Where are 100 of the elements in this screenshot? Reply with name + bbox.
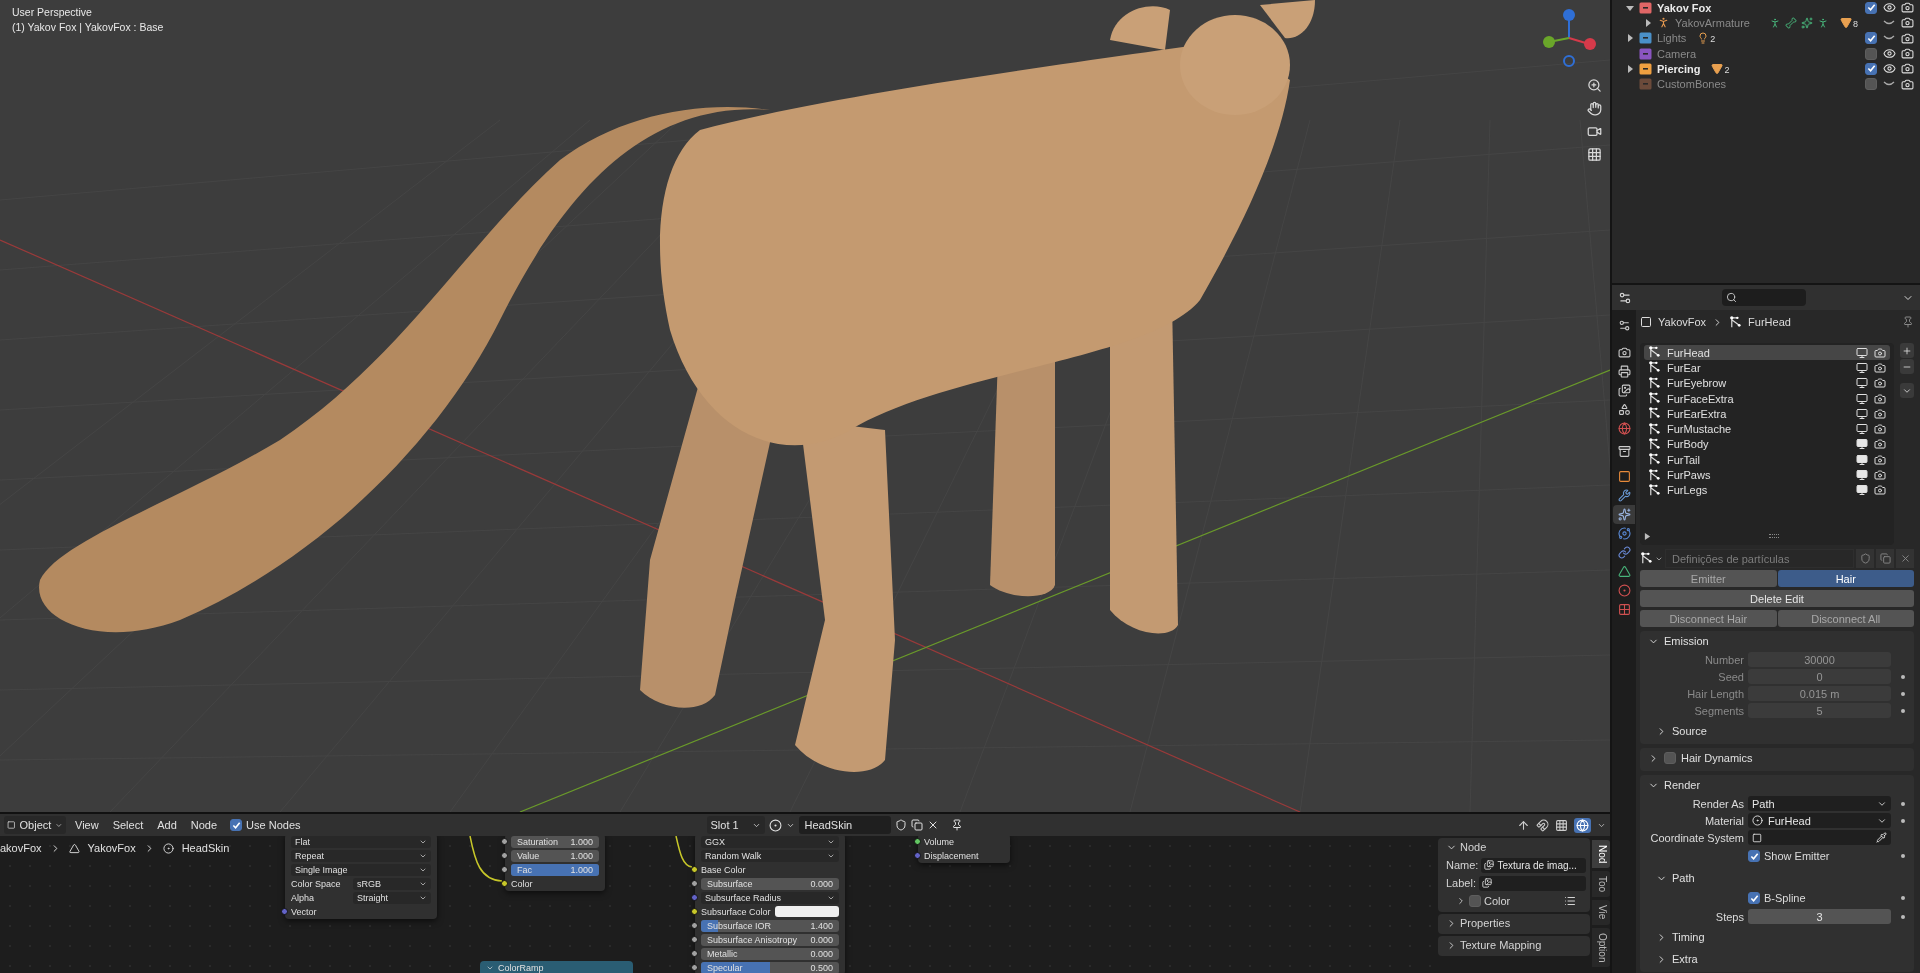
magnet-icon[interactable] <box>1536 818 1549 832</box>
label-field[interactable] <box>1479 875 1586 891</box>
monitor-icon[interactable] <box>1856 438 1868 451</box>
list-item[interactable]: FurMustache <box>1644 421 1890 437</box>
panel-header[interactable]: Render <box>1640 775 1914 795</box>
list-item[interactable]: FurHead <box>1644 345 1890 361</box>
number-field[interactable]: Metallic 0.000 <box>701 947 839 960</box>
camera-icon[interactable] <box>1874 453 1886 466</box>
properties-tab[interactable] <box>1613 505 1635 524</box>
dropdown[interactable]: sRGB <box>353 877 431 890</box>
collapsed-arrow-icon[interactable] <box>1644 18 1652 27</box>
color-swatch[interactable] <box>774 906 839 917</box>
socket-dot[interactable] <box>501 880 508 887</box>
panel-header[interactable]: Node <box>1438 838 1590 856</box>
list-item[interactable]: FurFaceExtra <box>1644 390 1890 407</box>
pin-icon[interactable] <box>950 819 963 831</box>
sidebar-tab[interactable]: Option <box>1592 927 1610 968</box>
dropdown[interactable]: GGX <box>701 836 839 848</box>
material-dropdown[interactable]: FurHead <box>1748 813 1891 828</box>
monitor-icon[interactable] <box>1856 469 1868 481</box>
socket-dot[interactable] <box>691 950 698 957</box>
breadcrumb-item[interactable]: HeadSkin <box>181 842 230 854</box>
expand-arrow-icon[interactable] <box>1644 532 1651 540</box>
overlay-button[interactable] <box>1574 817 1591 833</box>
monitor-icon[interactable] <box>1856 392 1868 405</box>
number-field[interactable]: Subsurface Anisotropy 0.000 <box>701 933 839 946</box>
menu-item[interactable]: Add <box>152 816 182 834</box>
camera-icon[interactable] <box>1900 62 1914 76</box>
outliner-row[interactable]: CustomBones <box>1612 76 1920 92</box>
checkbox[interactable] <box>230 819 243 831</box>
collapsed-arrow-icon[interactable] <box>1626 34 1634 43</box>
add-button[interactable] <box>1900 343 1914 358</box>
camera-icon[interactable] <box>1587 124 1602 139</box>
breadcrumb-item[interactable]: YakovFox <box>87 842 136 854</box>
pin-icon[interactable] <box>1902 316 1914 328</box>
list-item[interactable]: FurBody <box>1644 436 1890 453</box>
monitor-icon[interactable] <box>1856 361 1868 374</box>
camera-icon[interactable] <box>1874 469 1886 481</box>
sidebar-tab[interactable]: Nod <box>1592 840 1610 869</box>
slider-field[interactable]: Specular 0.500 <box>701 961 839 973</box>
type-tab[interactable]: Hair <box>1777 570 1914 587</box>
particle-settings-field[interactable]: Definições de partículas <box>1665 549 1854 568</box>
hand-icon[interactable] <box>1587 101 1602 116</box>
socket-dot[interactable] <box>691 936 698 943</box>
number-field[interactable]: Saturation 1.000 <box>511 836 599 848</box>
monitor-icon[interactable] <box>1856 484 1868 497</box>
socket-dot[interactable] <box>501 866 508 873</box>
socket-dot[interactable] <box>914 838 921 845</box>
camera-icon[interactable] <box>1874 484 1886 497</box>
name-field[interactable]: Textura de imag... <box>1481 857 1586 873</box>
delete-edit-button[interactable]: Delete Edit <box>1640 590 1914 607</box>
slot-dropdown[interactable]: Slot 1 <box>706 816 765 834</box>
subpanel-header[interactable]: Extra <box>1640 949 1914 969</box>
socket-dot[interactable] <box>691 908 698 915</box>
monitor-icon[interactable] <box>1856 423 1868 436</box>
list-item[interactable]: FurEar <box>1644 360 1890 376</box>
panel-header[interactable]: Properties <box>1438 914 1590 932</box>
camera-icon[interactable] <box>1900 16 1914 30</box>
socket-dot[interactable] <box>691 964 698 971</box>
camera-icon[interactable] <box>1874 392 1886 405</box>
slider-field[interactable]: Fac 1.000 <box>511 863 599 876</box>
dropdown[interactable]: Repeat <box>291 849 431 862</box>
checkbox[interactable] <box>1865 32 1877 45</box>
menu-button[interactable] <box>1900 383 1914 398</box>
monitor-icon[interactable] <box>1856 453 1868 466</box>
camera-icon[interactable] <box>1874 407 1886 420</box>
breadcrumb-item[interactable]: akovFox <box>0 842 42 854</box>
socket-dot[interactable] <box>914 852 921 859</box>
camera-icon[interactable] <box>1900 77 1914 91</box>
checkbox[interactable] <box>1865 62 1877 75</box>
camera-icon[interactable] <box>1874 438 1886 451</box>
outliner-row[interactable]: Piercing 2 <box>1612 61 1920 77</box>
outliner-row[interactable]: Lights 2 <box>1612 30 1920 46</box>
checkbox[interactable] <box>1865 47 1877 60</box>
sphere-icon[interactable] <box>768 818 782 832</box>
outliner-row[interactable]: Yakov Fox <box>1612 0 1920 16</box>
socket-dot[interactable] <box>691 880 698 887</box>
resize-grip[interactable] <box>1769 534 1779 538</box>
keyframe-dot[interactable] <box>1901 896 1905 900</box>
checkbox[interactable] <box>1748 850 1760 862</box>
number-field[interactable]: 3 <box>1748 909 1891 924</box>
subpanel-header[interactable]: Path <box>1640 868 1914 888</box>
shield-icon[interactable] <box>894 819 907 831</box>
eye-icon[interactable] <box>1882 47 1896 61</box>
dropdown[interactable]: Single Image <box>291 863 431 876</box>
list-item[interactable]: FurPaws <box>1644 467 1890 483</box>
socket-dot[interactable] <box>691 894 698 901</box>
number-field[interactable]: Subsurface 0.000 <box>701 877 839 890</box>
socket-dot[interactable] <box>501 838 508 845</box>
list-item[interactable]: FurEyebrow <box>1644 375 1890 391</box>
closed-eye-icon[interactable] <box>1883 18 1895 27</box>
list-item[interactable]: FurEarExtra <box>1644 406 1890 422</box>
search-field[interactable] <box>1722 289 1806 306</box>
keyframe-dot[interactable] <box>1901 818 1905 823</box>
list-icon[interactable] <box>1564 895 1576 907</box>
expanded-arrow-icon[interactable] <box>1626 3 1634 12</box>
socket-dot[interactable] <box>691 866 698 873</box>
socket-dot[interactable] <box>281 908 288 915</box>
object-field[interactable] <box>1748 830 1891 845</box>
eyedropper-icon[interactable] <box>1876 832 1887 843</box>
